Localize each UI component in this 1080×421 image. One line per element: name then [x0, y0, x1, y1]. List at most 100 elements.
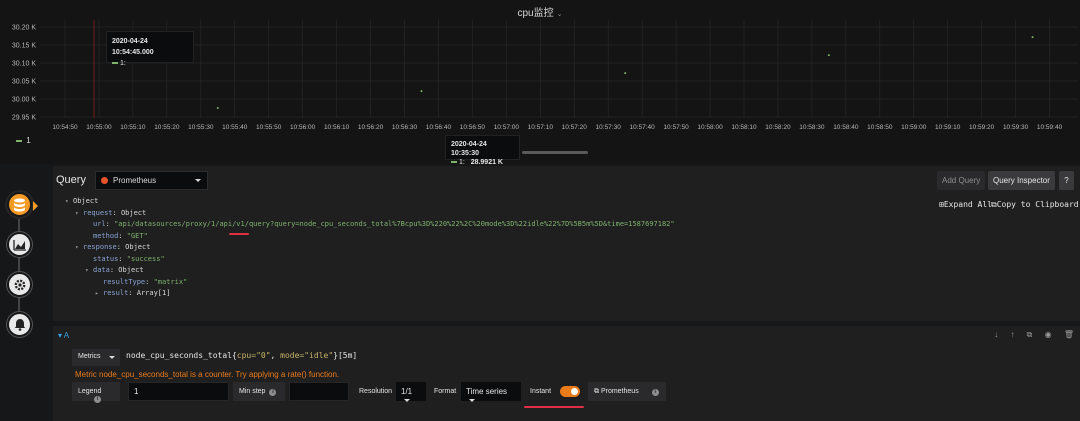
series-swatch — [112, 62, 118, 65]
query-row-toggle[interactable]: ▾ A — [58, 331, 69, 340]
tree-key: request — [83, 208, 113, 217]
tree-root[interactable]: ▾ Object — [65, 196, 675, 208]
query-inspector-button[interactable]: Query Inspector — [988, 171, 1055, 190]
expand-icon: ▸ — [95, 290, 99, 297]
sidebar-item-alert[interactable] — [7, 312, 32, 337]
move-up-icon[interactable]: ↑ — [1010, 330, 1014, 339]
eye-icon[interactable]: ◉ — [1045, 330, 1052, 339]
x-tick-label: 10:55:50 — [256, 124, 282, 131]
query-panel: Query Prometheus Add Query Query Inspect… — [53, 166, 1080, 321]
x-tick-label: 10:59:30 — [1003, 124, 1029, 131]
tooltip-series-row: 1: — [112, 58, 188, 69]
add-query-button[interactable]: Add Query — [937, 171, 986, 190]
trash-icon[interactable]: 🗑 — [1064, 330, 1074, 339]
horizontal-scrollbar[interactable] — [522, 151, 588, 154]
tree-response[interactable]: ▾ response: Object — [65, 242, 675, 254]
counter-warning: Metric node_cpu_seconds_total is a count… — [75, 370, 340, 379]
graph-panel: cpu监控 ⌄ 30.20 K 30.15 K 30.10 K 30.05 K 30.00… — [0, 0, 1080, 166]
legend-input[interactable]: 1 — [128, 382, 229, 401]
database-icon — [14, 198, 25, 211]
sidebar-item-queries[interactable] — [7, 192, 32, 217]
y-tick-label: 30.10 K — [12, 61, 36, 68]
copy-label: Copy to Clipboard — [996, 200, 1079, 209]
query-expression-input[interactable]: node_cpu_seconds_total{cpu="0", mode="id… — [126, 351, 357, 360]
expr-label: cpu="0" — [236, 351, 271, 360]
collapse-icon: ▾ — [85, 267, 89, 274]
instant-toggle[interactable] — [560, 386, 580, 397]
datasource-select[interactable]: Prometheus — [95, 171, 208, 190]
tree-key: result — [103, 289, 129, 297]
collapse-icon: ▾ — [65, 198, 69, 205]
tree-request[interactable]: ▾ request: Object — [65, 208, 675, 220]
tree-data[interactable]: ▾ data: Object — [65, 265, 675, 277]
format-select[interactable]: Time series — [461, 382, 521, 403]
collapse-icon: ▾ — [75, 244, 79, 251]
area-chart-icon — [12, 239, 26, 251]
x-tick-label: 10:59:00 — [901, 124, 927, 131]
sidebar-item-visualization[interactable] — [7, 232, 32, 257]
x-tick-label: 10:55:10 — [120, 124, 146, 131]
tree-value: Object — [120, 208, 147, 217]
data-point[interactable] — [1031, 36, 1034, 39]
tree-result[interactable]: ▸ result: Array[1] — [65, 288, 675, 300]
expr-label: mode="idle" — [280, 351, 334, 360]
data-point[interactable] — [420, 90, 423, 93]
prometheus-link[interactable]: ⧉ Prometheus i — [588, 382, 666, 401]
query-header: Query Prometheus Add Query Query Inspect… — [53, 166, 1080, 194]
format-value: Time series — [466, 387, 508, 396]
chart[interactable]: 30.20 K 30.15 K 30.10 K 30.05 K 30.00 K 29.95… — [0, 0, 1080, 164]
tooltip-top: 2020-04-24 10:54:45.000 1: — [106, 31, 194, 67]
legend-label: 1 — [26, 136, 31, 145]
tree-key: method — [93, 231, 119, 240]
tooltip-series: 1: — [120, 60, 126, 67]
x-tick-label: 10:58:40 — [833, 124, 859, 131]
tree-value: Array[1] — [136, 289, 171, 297]
series-swatch — [451, 161, 457, 164]
x-tick-label: 10:56:00 — [290, 124, 316, 131]
datasource-label: Prometheus — [113, 176, 157, 185]
tooltip-series: 1: — [459, 159, 465, 166]
caret-down-icon — [109, 356, 115, 359]
x-tick-label: 10:55:40 — [222, 124, 248, 131]
prometheus-link-label: Prometheus — [600, 388, 639, 395]
x-tick-label: 10:58:00 — [697, 124, 723, 131]
expr-range: }[5m] — [333, 351, 358, 360]
x-tick-label: 10:56:30 — [392, 124, 418, 131]
query-row-header[interactable]: ▾ A ↓ ↑ ⧉ ◉ 🗑 — [53, 326, 1080, 344]
data-point[interactable] — [827, 54, 830, 57]
min-step-label: Min step i — [233, 382, 285, 401]
y-tick-label: 30.05 K — [12, 79, 36, 86]
min-step-text: Min step — [239, 388, 266, 395]
legend-option-label: Legendi — [72, 382, 120, 403]
x-tick-label: 10:58:10 — [731, 124, 757, 131]
duplicate-icon[interactable]: ⧉ — [1027, 330, 1033, 339]
x-tick-label: 10:59:40 — [1037, 124, 1063, 131]
info-icon[interactable]: i — [651, 389, 659, 396]
caret-down-icon — [404, 399, 410, 403]
legend[interactable]: 1 — [16, 136, 31, 145]
x-tick-label: 10:55:30 — [188, 124, 214, 131]
move-down-icon[interactable]: ↓ — [994, 330, 998, 339]
x-tick-label: 10:55:00 — [86, 124, 112, 131]
x-tick-label: 10:57:50 — [663, 124, 689, 131]
legend-swatch — [16, 139, 22, 142]
x-tick-label: 10:58:50 — [867, 124, 893, 131]
info-icon[interactable]: i — [94, 396, 101, 403]
data-point[interactable] — [216, 107, 219, 109]
sidebar-item-general[interactable] — [7, 272, 32, 297]
tooltip-bottom: 2020-04-24 10:35:30 1: 28.9921 K — [445, 135, 520, 166]
expr-metric: node_cpu_seconds_total — [126, 351, 232, 360]
resolution-label: Resolution — [359, 388, 393, 395]
help-button[interactable]: ? — [1059, 171, 1074, 190]
tree-key: response — [83, 243, 117, 251]
json-tree: ▾ Object ▾ request: Object url: "api/datas… — [65, 196, 675, 300]
data-point[interactable] — [624, 72, 627, 75]
min-step-input[interactable] — [289, 382, 349, 401]
copy-to-clipboard-button[interactable]: ⧉Copy to Clipboard — [991, 199, 1079, 211]
info-icon[interactable]: i — [269, 389, 277, 396]
tree-key: data — [93, 266, 110, 274]
expand-all-button[interactable]: ⊞Expand All — [939, 199, 992, 211]
tree-status: status: "success" — [93, 254, 165, 263]
resolution-select[interactable]: 1/1 — [396, 382, 426, 403]
metrics-button[interactable]: Metrics — [72, 349, 120, 366]
